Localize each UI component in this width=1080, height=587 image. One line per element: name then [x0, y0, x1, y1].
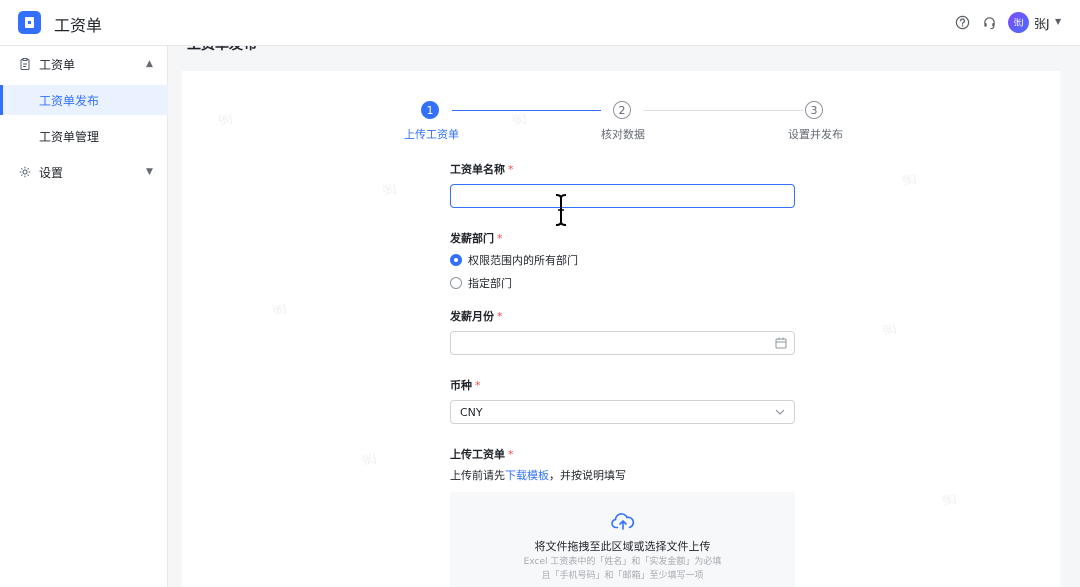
download-template-link[interactable]: 下载模板 — [505, 469, 549, 482]
upload-requirement: Excel 工资表中的「姓名」和「实发金额」为必填 — [523, 557, 722, 567]
chevron-up-icon: ▲ — [146, 59, 153, 69]
step-1-circle: 1 — [421, 101, 439, 119]
sidebar-item-payroll-publish[interactable]: 工资单发布 — [0, 85, 168, 115]
sidebar-group-label: 设置 — [39, 165, 64, 180]
caret-down-icon[interactable]: ▼ — [1055, 17, 1061, 26]
currency-select[interactable]: CNY — [450, 400, 795, 424]
sidebar-item-payroll-manage[interactable]: 工资单管理 — [0, 121, 168, 151]
text-cursor-icon — [555, 194, 567, 226]
payroll-name-input[interactable] — [450, 184, 795, 208]
department-radio-specific[interactable]: 指定部门 — [450, 275, 512, 291]
upload-hint: 上传前请先下载模板，并按说明填写 — [450, 469, 626, 482]
help-icon[interactable] — [954, 14, 970, 30]
sidebar: 工资单 ▲ 工资单发布 工资单管理 设置 ▼ — [0, 46, 168, 587]
payroll-month-label: 发薪月份 * — [450, 310, 503, 323]
watermark-text: 张J — [880, 321, 898, 338]
watermark-text: 张J — [270, 301, 288, 318]
upload-payroll-label: 上传工资单 * — [450, 448, 514, 461]
step-3-label: 设置并发布 — [788, 128, 843, 141]
department-radio-all[interactable]: 权限范围内的所有部门 — [450, 252, 578, 268]
payroll-month-picker[interactable] — [450, 331, 795, 355]
upload-requirement: 且「手机号码」和「邮箱」至少填写一项 — [541, 571, 704, 581]
watermark-text: 张J — [900, 171, 918, 188]
currency-label: 币种 * — [450, 379, 481, 392]
radio-icon — [450, 254, 462, 266]
currency-value: CNY — [460, 406, 483, 419]
sidebar-group-settings[interactable]: 设置 ▼ — [0, 154, 168, 190]
watermark-text: 张J — [510, 111, 528, 128]
watermark-text: 张J — [216, 111, 234, 128]
gear-icon — [19, 166, 31, 178]
sidebar-group-label: 工资单 — [39, 57, 76, 72]
step-1-label: 上传工资单 — [404, 128, 459, 141]
upload-title: 将文件拖拽至此区域或选择文件上传 — [534, 540, 711, 553]
step-3-circle: 3 — [805, 101, 823, 119]
watermark-text: 张J — [380, 181, 398, 198]
app-logo-icon[interactable] — [18, 11, 41, 34]
step-2-label: 核对数据 — [601, 128, 645, 141]
payroll-department-label: 发薪部门 * — [450, 232, 503, 245]
clipboard-icon — [19, 58, 31, 70]
main-content: 工资单发布 张J 张J 张J 张J 张J 张J 张J 张J 1 2 3 上传工资… — [169, 46, 1080, 587]
radio-icon — [450, 277, 462, 289]
step-2-circle: 2 — [613, 101, 631, 119]
page-title: 工资单发布 — [187, 46, 257, 54]
watermark-text: 张J — [940, 491, 958, 508]
payroll-name-label: 工资单名称 * — [450, 163, 514, 176]
step-connector — [452, 110, 601, 111]
cloud-upload-icon — [611, 513, 635, 530]
user-avatar[interactable]: 张J — [1008, 12, 1029, 33]
chevron-down-icon: ▼ — [146, 167, 153, 177]
headset-icon[interactable] — [981, 14, 997, 30]
user-name[interactable]: 张J — [1034, 15, 1050, 32]
sidebar-group-payroll[interactable]: 工资单 ▲ — [0, 46, 168, 82]
form-card: 张J 张J 张J 张J 张J 张J 张J 张J 1 2 3 上传工资单 核对数据… — [182, 71, 1060, 587]
top-header: 工资单 张J 张J ▼ — [0, 0, 1080, 46]
calendar-icon — [775, 337, 787, 349]
watermark-text: 张J — [360, 451, 378, 468]
upload-dropzone[interactable]: 将文件拖拽至此区域或选择文件上传 Excel 工资表中的「姓名」和「实发金额」为… — [450, 492, 795, 587]
chevron-down-icon — [775, 409, 785, 415]
sidebar-item-label: 工资单管理 — [39, 129, 100, 144]
app-title: 工资单 — [54, 16, 103, 35]
sidebar-item-label: 工资单发布 — [39, 93, 100, 108]
step-connector — [643, 110, 803, 111]
